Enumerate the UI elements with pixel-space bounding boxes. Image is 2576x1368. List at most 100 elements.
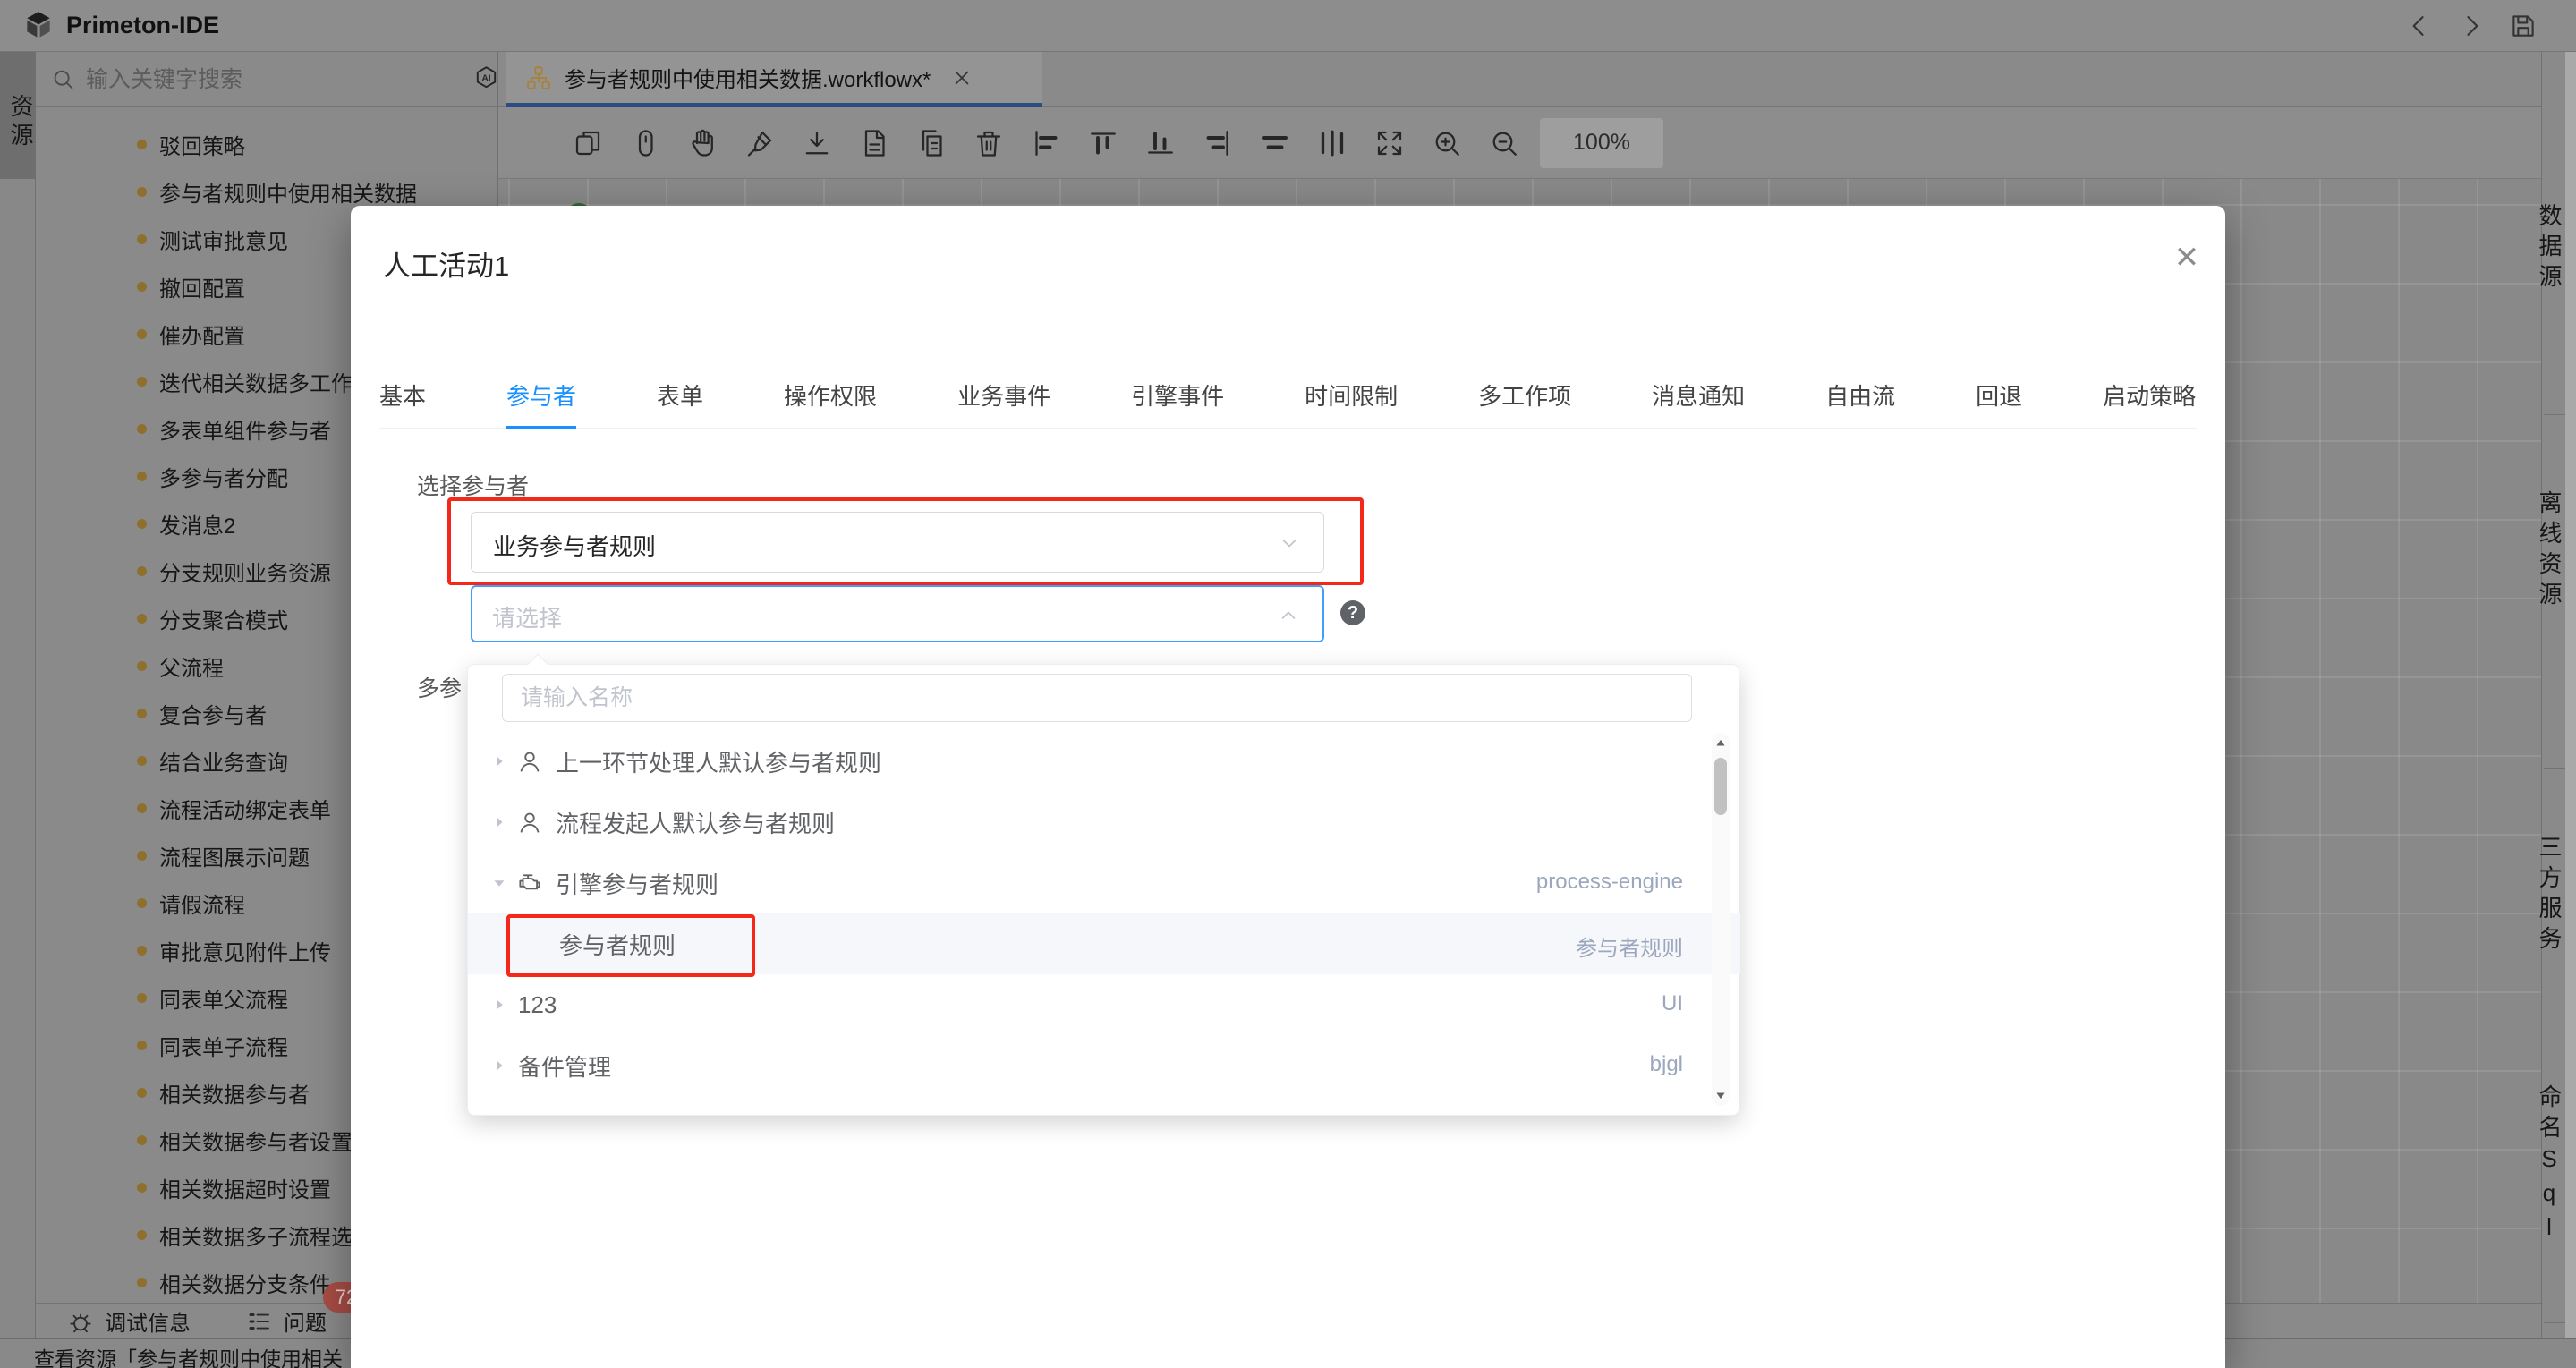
dropdown-item[interactable]: 123UI [468,974,1740,1035]
rail-separator [2544,1322,2565,1323]
left-rail: 资源 [0,52,36,1338]
resource-name: 流程活动绑定表单 [159,793,331,824]
dialog-tab-引擎事件[interactable]: 引擎事件 [1131,369,1224,429]
dialog-tab-启动策略[interactable]: 启动策略 [2103,369,2196,429]
dialog-close-icon[interactable]: ✕ [2169,240,2205,276]
search-input[interactable] [86,61,354,98]
bottom-tab-debug[interactable]: 调试信息 [67,1305,191,1337]
close-tab-icon[interactable] [950,66,973,89]
hand-icon[interactable] [686,127,718,159]
zoom-in-icon[interactable] [1431,127,1463,159]
zoom-level[interactable]: 100% [1540,118,1663,168]
cursor-icon[interactable] [629,127,661,159]
distribute-icon[interactable] [1316,127,1348,159]
dialog-tab-自由流[interactable]: 自由流 [1825,369,1895,429]
dropdown-item[interactable]: 参与者规则参与者规则 [468,913,1740,974]
caret-right-icon[interactable] [489,995,509,1015]
dialog-tab-消息通知[interactable]: 消息通知 [1652,369,1745,429]
caret-right-icon[interactable] [489,752,509,771]
resource-name: 父流程 [159,650,224,682]
resource-name: 同表单父流程 [159,982,288,1014]
help-icon[interactable]: ? [1340,600,1365,625]
user-icon [516,809,543,836]
dialog-tab-基本[interactable]: 基本 [379,369,426,429]
dropdown-item[interactable]: 备件管理bjgl [468,1035,1740,1096]
svg-text:AI: AI [481,74,490,84]
zoom-out-icon[interactable] [1488,127,1520,159]
brush-icon[interactable] [744,127,776,159]
dropdown-item[interactable]: 引擎参与者规则process-engine [468,853,1740,913]
rail-tab-resources[interactable]: 资源 [0,52,35,179]
resource-name: 相关数据参与者设置 [159,1125,353,1156]
rule-picker-placeholder: 请选择 [492,600,562,633]
rule-picker-select[interactable]: 请选择 [471,585,1324,642]
resource-name: 分支聚合模式 [159,603,288,634]
scroll-down-icon[interactable] [1712,1086,1730,1104]
bullet-icon [137,851,147,861]
resource-name: 多参与者分配 [159,461,288,492]
dialog-tab-回退[interactable]: 回退 [1976,369,2022,429]
bottom-tab-issues[interactable]: 问题72 [246,1305,327,1337]
resource-name: 同表单子流程 [159,1030,288,1061]
resource-name: 相关数据超时设置 [159,1172,331,1203]
save-icon[interactable] [2508,11,2538,41]
ai-icon[interactable]: AI [472,64,500,92]
chevron-left-icon[interactable] [2404,11,2435,41]
align-left-icon[interactable] [1030,127,1062,159]
fit-screen-icon[interactable] [1373,127,1406,159]
list-icon [246,1308,273,1335]
dialog-tab-时间限制[interactable]: 时间限制 [1305,369,1398,429]
chevron-right-icon[interactable] [2456,11,2487,41]
dialog-tab-业务事件[interactable]: 业务事件 [957,369,1050,429]
align-right-icon[interactable] [1202,127,1234,159]
trash-icon[interactable] [973,127,1005,159]
document-tab[interactable]: 参与者规则中使用相关数据.workflowx* [506,52,1042,107]
rail-tab-3[interactable]: 三方服务 [2542,799,2566,991]
align-center-icon[interactable] [1259,127,1291,159]
dialog-tab-多工作项[interactable]: 多工作项 [1478,369,1571,429]
caret-down-icon[interactable] [489,873,509,893]
editor-tabbar: 参与者规则中使用相关数据.workflowx* [498,52,2541,107]
caret-right-icon[interactable] [489,1056,509,1075]
bullet-icon [137,993,147,1003]
download-icon[interactable] [801,127,833,159]
dialog-tabs: 基本 参与者 表单 操作权限 业务事件 引擎事件 时间限制 多工作项 消息通知 自由流 回退 启动策略 [379,369,2197,429]
resource-name: 相关数据分支条件 [159,1267,331,1298]
copy-icon[interactable] [572,127,604,159]
bullet-icon [137,898,147,908]
resource-name: 测试审批意见 [159,224,288,255]
dropdown-item[interactable]: 上一环节处理人默认参与者规则 [468,731,1740,792]
dropdown-item-label: 123 [518,991,557,1019]
resource-list-item[interactable]: 驳回策略 [36,121,498,168]
dropdown-item-source: bjgl [1650,1052,1683,1077]
scrollbar-thumb[interactable] [1714,758,1727,815]
editor-toolbar: 100% [498,107,2541,179]
dropdown-scrollbar[interactable] [1712,733,1730,1106]
dropdown-item[interactable]: 流程发起人默认参与者规则 [468,792,1740,853]
caret-right-icon[interactable] [489,812,509,832]
resource-name: 审批意见附件上传 [159,935,331,966]
align-top-icon[interactable] [1087,127,1119,159]
bullet-icon [137,1088,147,1098]
align-bottom-icon[interactable] [1144,127,1177,159]
participant-type-select[interactable]: 业务参与者规则 [471,512,1324,573]
file-icon[interactable] [858,127,890,159]
document-tab-label: 参与者规则中使用相关数据.workflowx* [565,62,931,93]
dropdown-search-input[interactable] [502,674,1692,722]
right-scrollbar[interactable] [2565,52,2576,1338]
dropdown-item-label: 引擎参与者规则 [556,867,718,900]
bullet-icon [137,756,147,766]
rail-tab-1[interactable]: 数据源 [2542,168,2566,329]
resource-name: 请假流程 [159,888,245,919]
rail-tab-4[interactable]: 命名Sql [2542,1063,2566,1269]
file-copy-icon[interactable] [915,127,948,159]
scroll-up-icon[interactable] [1712,735,1730,752]
dialog-tab-操作权限[interactable]: 操作权限 [784,369,877,429]
dialog-tab-表单[interactable]: 表单 [657,369,703,429]
dialog-tab-参与者[interactable]: 参与者 [506,369,576,429]
search-icon [50,66,77,93]
bullet-icon [137,472,147,481]
rail-tab-2[interactable]: 离线资源 [2542,455,2566,647]
right-rail: 数据源离线资源三方服务命名Sql [2541,52,2576,1338]
chevron-down-icon [1277,531,1302,556]
